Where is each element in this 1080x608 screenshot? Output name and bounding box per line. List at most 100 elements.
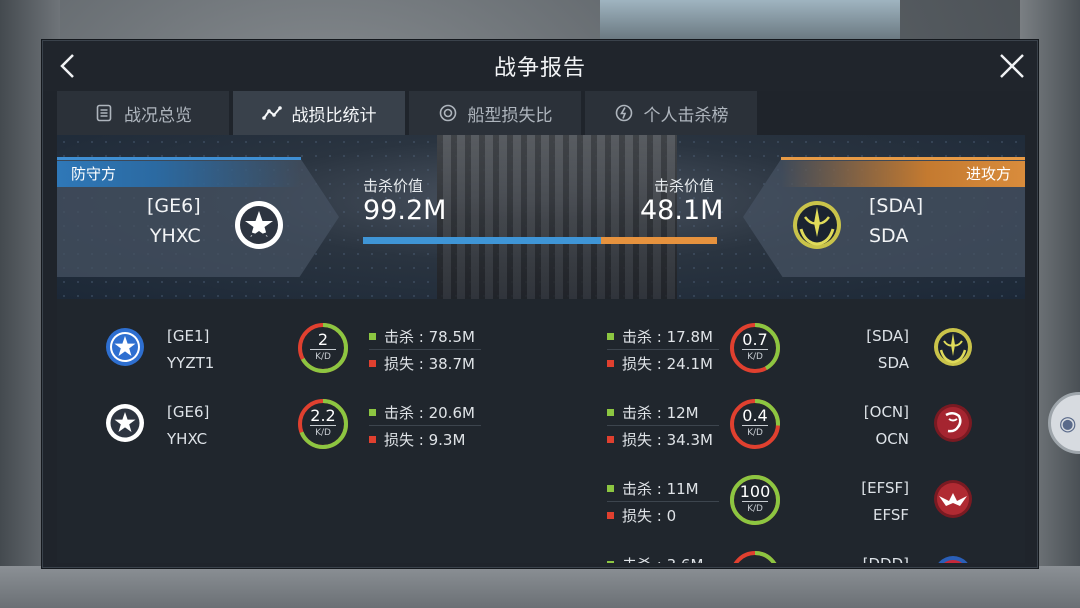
background-bottom <box>0 566 1080 608</box>
loss-text: 损失 : 0 <box>622 507 677 525</box>
document-icon <box>94 103 114 123</box>
sword-laurel-emblem-icon <box>791 199 843 251</box>
content-area: 防守方 进攻方 [GE6] YHXC 击杀价值 99.2M 击杀价值 48.1M… <box>57 135 1025 563</box>
attacker-corp: [SDA] <box>869 195 924 217</box>
attacker-kill-bar <box>601 237 717 244</box>
kd-label: K/D <box>315 428 331 438</box>
kd-value: 0.4 <box>742 406 768 425</box>
corp-name: SDA <box>877 354 909 372</box>
loss-stat: 损失 : 24.1M <box>607 350 719 377</box>
background-top <box>600 0 900 40</box>
kd-ring: 0.4 K/D <box>729 398 781 450</box>
defender-corp: [GE6] <box>147 195 201 217</box>
corp-name: YHXC <box>167 430 208 448</box>
attacker-kill-label: 击杀价值 <box>654 177 715 195</box>
red-beast-emblem-icon <box>933 403 973 443</box>
sword-laurel-emblem-icon <box>933 327 973 367</box>
loss-text: 损失 : 34.3M <box>622 431 713 449</box>
kill-stat: 击杀 : 3.6M <box>607 551 719 563</box>
kd-divider <box>742 501 768 502</box>
loss-stat: 损失 : 38.7M <box>369 350 481 377</box>
attacker-entry[interactable]: [EFSF] EFSF 100 K/D 击杀 : 11M 损失 : 0 <box>541 461 1025 537</box>
corp-info: [EFSF] EFSF <box>861 475 909 529</box>
loss-marker <box>607 436 614 443</box>
kill-stat: 击杀 : 12M <box>607 399 719 426</box>
tab-overview[interactable]: 战况总览 <box>57 91 229 135</box>
corp-tag: [EFSF] <box>861 479 909 497</box>
kd-list: [GE1] YYZT1 2 K/D 击杀 : 78.5M 损失 : 38.7M [SDA] S… <box>57 299 1025 563</box>
defender-kill-label: 击杀价值 <box>363 177 424 195</box>
tab-kd-stats[interactable]: 战损比统计 <box>233 91 405 135</box>
defender-kill-bar <box>363 237 602 244</box>
blue-ring-emblem-icon <box>933 555 973 563</box>
kd-label: K/D <box>315 352 331 362</box>
lightning-icon <box>614 103 634 123</box>
attacker-tag: 进攻方 <box>781 157 1025 187</box>
tab-label: 战况总览 <box>124 105 192 126</box>
kd-ring <box>729 550 781 563</box>
kd-ring: 2.2 K/D <box>297 398 349 450</box>
attacker-entry[interactable]: [DDD] 击杀 : 3.6M <box>541 537 1025 563</box>
back-button[interactable] <box>51 49 85 83</box>
red-eagle-emblem-icon <box>933 479 973 519</box>
kill-marker <box>607 408 614 416</box>
chevron-left-icon <box>60 54 74 78</box>
kill-loss-stats: 击杀 : 17.8M 损失 : 24.1M <box>607 323 719 377</box>
kd-value: 2.2 <box>310 406 336 425</box>
kill-loss-stats: 击杀 : 12M 损失 : 34.3M <box>607 399 719 453</box>
kill-loss-stats: 击杀 : 78.5M 损失 : 38.7M <box>369 323 481 377</box>
line-chart-icon <box>261 103 282 123</box>
kd-divider <box>742 349 768 350</box>
kd-value: 0.7 <box>742 330 768 349</box>
defender-alliance: YHXC <box>149 225 201 247</box>
attacker-entry[interactable]: [OCN] OCN 0.4 K/D 击杀 : 12M 损失 : 34.3M <box>541 385 1025 461</box>
kill-marker <box>369 408 376 416</box>
corp-tag: [GE6] <box>167 403 210 421</box>
page-title: 战争报告 <box>493 56 586 81</box>
kill-marker <box>607 560 614 563</box>
loss-marker <box>369 436 376 443</box>
kill-loss-stats: 击杀 : 20.6M 损失 : 9.3M <box>369 399 481 453</box>
corp-tag: [GE1] <box>167 327 210 345</box>
close-button[interactable] <box>995 49 1029 83</box>
kd-value: 100 <box>739 482 771 501</box>
attacker-entry[interactable]: [SDA] SDA 0.7 K/D 击杀 : 17.8M 损失 : 24.1M <box>541 309 1025 385</box>
kd-ring: 100 K/D <box>729 474 781 526</box>
defender-entry[interactable]: [GE6] YHXC 2.2 K/D 击杀 : 20.6M 损失 : 9.3M <box>57 385 541 461</box>
kill-stat: 击杀 : 17.8M <box>607 323 719 350</box>
orb-icon: ◉ <box>1059 411 1077 435</box>
kill-stat: 击杀 : 11M <box>607 475 719 502</box>
loss-marker <box>607 512 614 519</box>
corp-name: OCN <box>875 430 909 448</box>
kd-row: [EFSF] EFSF 100 K/D 击杀 : 11M 损失 : 0 <box>57 461 1025 537</box>
corp-name: YYZT1 <box>167 354 215 372</box>
kill-text: 击杀 : 3.6M <box>622 554 703 564</box>
defender-entry[interactable]: [GE1] YYZT1 2 K/D 击杀 : 78.5M 损失 : 38.7M <box>57 309 541 385</box>
corp-info: [OCN] OCN <box>864 399 909 453</box>
loss-stat: 损失 : 9.3M <box>369 426 481 453</box>
blue-star-emblem-icon <box>105 327 145 367</box>
defender-name: [GE6] YHXC <box>147 191 201 251</box>
corp-info: [DDD] <box>863 551 909 563</box>
kill-text: 击杀 : 78.5M <box>384 327 475 346</box>
corp-info: [GE1] YYZT1 <box>167 323 214 377</box>
kd-divider <box>310 349 336 350</box>
defender-kill-value: 99.2M <box>363 195 447 226</box>
kd-label: K/D <box>747 504 763 514</box>
tab-label: 船型损失比 <box>467 105 553 126</box>
tab-label: 战损比统计 <box>291 105 377 126</box>
kd-ring: 2 K/D <box>297 322 349 374</box>
attacker-alliance: SDA <box>869 225 909 247</box>
tab-ship-loss[interactable]: 船型损失比 <box>409 91 581 135</box>
battle-summary-banner: 防守方 进攻方 [GE6] YHXC 击杀价值 99.2M 击杀价值 48.1M… <box>57 135 1025 299</box>
kd-value: 2 <box>317 330 329 349</box>
kill-text: 击杀 : 12M <box>622 403 699 422</box>
kd-row: [GE6] YHXC 2.2 K/D 击杀 : 20.6M 损失 : 9.3M [OCN] O… <box>57 385 1025 461</box>
corp-info: [GE6] YHXC <box>167 399 209 453</box>
loss-stat: 损失 : 34.3M <box>607 426 719 453</box>
kd-divider <box>310 425 336 426</box>
kill-value-bar <box>363 237 717 244</box>
tab-bar: 战况总览 战损比统计 船型损失比 个人击杀榜 <box>43 91 1037 135</box>
kill-text: 击杀 : 20.6M <box>384 403 475 422</box>
tab-kill-ranking[interactable]: 个人击杀榜 <box>585 91 757 135</box>
